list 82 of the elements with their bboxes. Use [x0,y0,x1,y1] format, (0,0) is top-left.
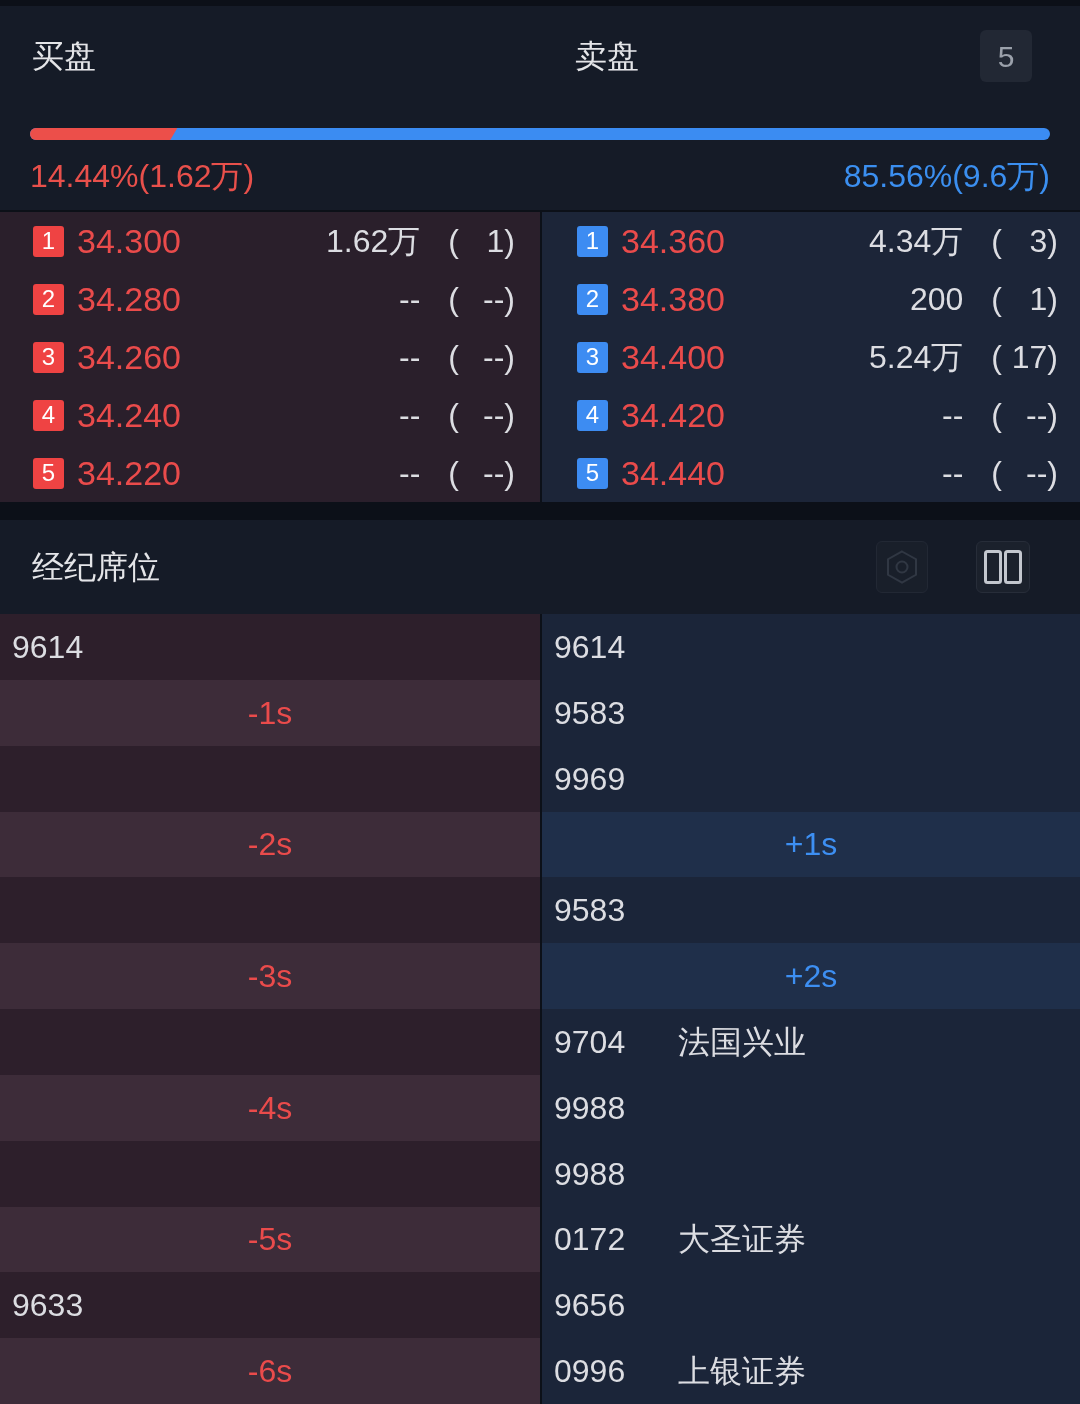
bracket: ( [991,225,1002,257]
volume: -- [942,457,964,489]
broker-name: 法国兴业 [678,1025,806,1058]
spread-label: +1s [784,828,838,861]
order-count: --) [1025,457,1058,489]
order-count: 3) [1028,225,1058,257]
price: 34.280 [77,282,181,316]
rank-badge: 4 [577,399,608,431]
broker-code: 9614 [12,630,85,663]
rank-badge: 3 [577,341,608,373]
ask-title: 卖盘 [575,40,639,72]
broker-code: 0996 [554,1355,627,1388]
volume: 1.62万 [326,225,421,257]
price: 34.420 [621,398,725,432]
rank-badge: 1 [33,225,64,257]
broker-name: 上银证券 [678,1355,806,1388]
columns-button[interactable] [976,541,1030,593]
rank-badge: 5 [577,457,608,489]
hexagon-icon [886,550,918,584]
spread-label: -6s [247,1355,293,1388]
order-count: --) [482,341,515,373]
volume: -- [942,399,964,431]
bracket: ( [448,283,459,315]
volume: 200 [909,283,964,315]
order-count: 1) [485,225,515,257]
price: 34.440 [621,456,725,490]
broker-code: 9704 [554,1025,627,1058]
order-count: 1) [1028,283,1058,315]
bracket: ( [991,283,1002,315]
order-count: --) [1025,399,1058,431]
order-count: --) [482,283,515,315]
spread-label: -4s [247,1091,293,1124]
bracket: ( [448,225,459,257]
order-count: --) [482,399,515,431]
broker-code: 9583 [554,894,627,927]
broker-code: 0172 [554,1223,627,1256]
broker-code: 9633 [12,1289,85,1322]
ask-ratio-label: 85.56%(9.6万) [843,157,1050,196]
broker-name: 大圣证券 [678,1223,806,1256]
spread-label: -2s [247,828,293,861]
price: 34.300 [77,224,181,258]
rank-badge: 1 [577,225,608,257]
volume: 4.34万 [869,225,964,257]
broker-code: 9988 [554,1091,627,1124]
bracket: ( [991,341,1002,373]
bracket: ( [448,341,459,373]
broker-code: 9969 [554,762,627,795]
bracket: ( [991,399,1002,431]
spread-label: -1s [247,696,293,729]
order-count: --) [482,457,515,489]
depth-button[interactable]: 5 [980,30,1032,82]
volume: -- [399,341,421,373]
price: 34.260 [77,340,181,374]
price: 34.240 [77,398,181,432]
price: 34.220 [77,456,181,490]
volume: -- [399,399,421,431]
volume: -- [399,283,421,315]
bracket: ( [448,457,459,489]
bid-title: 买盘 [32,40,96,72]
price: 34.400 [621,340,725,374]
bracket: ( [448,399,459,431]
rank-badge: 2 [33,283,64,315]
broker-queue-title: 经纪席位 [32,551,160,583]
rank-badge: 3 [33,341,64,373]
order-count: 17) [1010,341,1058,373]
price: 34.380 [621,282,725,316]
rank-badge: 2 [577,283,608,315]
spread-label: -3s [247,960,293,993]
bracket: ( [991,457,1002,489]
rank-badge: 5 [33,457,64,489]
volume: -- [399,457,421,489]
broker-code: 9988 [554,1157,627,1190]
price: 34.360 [621,224,725,258]
bid-ratio-label: 14.44%(1.62万) [30,157,255,196]
volume: 5.24万 [869,341,964,373]
spread-label: -5s [247,1223,293,1256]
columns-icon [984,550,1022,584]
broker-code: 9656 [554,1289,627,1322]
spread-label: +2s [784,960,838,993]
rank-badge: 4 [33,399,64,431]
broker-code: 9614 [554,630,627,663]
broker-code: 9583 [554,696,627,729]
